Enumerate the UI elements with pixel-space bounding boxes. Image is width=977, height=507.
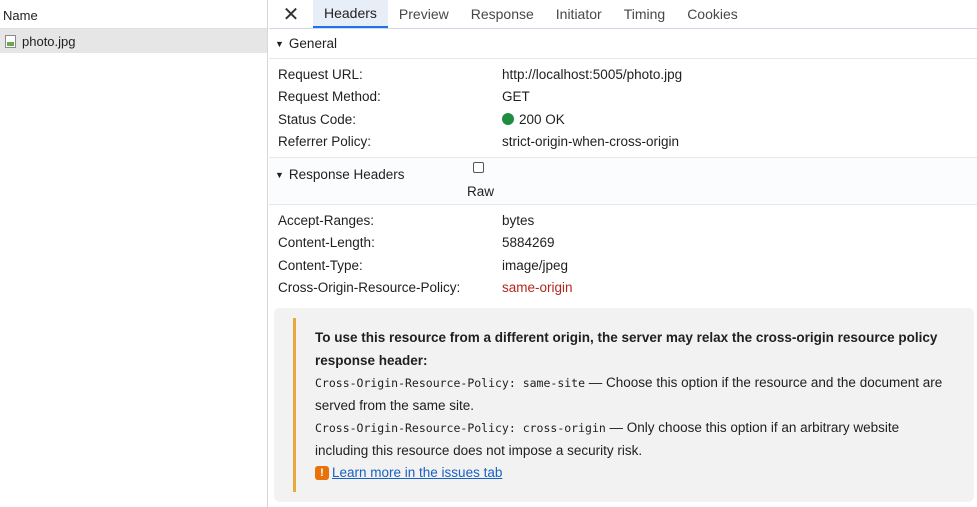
image-file-icon: [5, 34, 16, 48]
code-snippet: Cross-Origin-Resource-Policy: same-site: [315, 376, 586, 390]
header-row: Content-Type: image/jpeg: [278, 254, 977, 277]
general-rows: Request URL: http://localhost:5005/photo…: [269, 59, 977, 158]
issue-option-cross-origin: Cross-Origin-Resource-Policy: cross-orig…: [315, 417, 955, 462]
expand-triangle-icon: ▼: [275, 169, 284, 180]
learn-more-link[interactable]: Learn more in the issues tab: [332, 462, 502, 485]
tab-response[interactable]: Response: [460, 0, 545, 28]
tab-cookies[interactable]: Cookies: [676, 0, 749, 28]
request-details-panel: ✕ Headers Preview Response Initiator Tim…: [269, 0, 977, 507]
header-row: Content-Length: 5884269: [278, 232, 977, 255]
header-row: Request Method: GET: [278, 86, 977, 109]
status-ok-icon: [502, 113, 514, 126]
header-key: Referrer Policy:: [278, 134, 372, 150]
header-row: Accept-Ranges: bytes: [278, 209, 977, 232]
issue-warning-icon: !: [315, 466, 329, 481]
status-text: 200 OK: [519, 111, 565, 127]
issue-accent-bar: [293, 318, 296, 492]
header-value: image/jpeg: [502, 257, 569, 273]
request-row[interactable]: photo.jpg: [0, 29, 267, 53]
header-key: Request URL:: [278, 66, 363, 82]
expand-triangle-icon: ▼: [275, 38, 284, 49]
issue-text: To use this resource from a different or…: [315, 327, 955, 485]
tab-timing[interactable]: Timing: [613, 0, 677, 28]
response-headers-toggle[interactable]: ▼ Response Headers: [275, 167, 405, 182]
header-key: Accept-Ranges:: [278, 212, 375, 228]
header-row: Cross-Origin-Resource-Policy: same-origi…: [278, 277, 977, 300]
corp-issue-box: To use this resource from a different or…: [274, 308, 974, 502]
corp-header-value: same-origin: [502, 280, 573, 296]
header-row: Request URL: http://localhost:5005/photo…: [278, 63, 977, 86]
header-value: bytes: [502, 212, 535, 228]
details-tab-bar: ✕ Headers Preview Response Initiator Tim…: [269, 0, 977, 29]
request-list-panel: Name photo.jpg: [0, 0, 268, 507]
raw-checkbox[interactable]: [473, 162, 484, 173]
raw-label[interactable]: Raw: [467, 184, 494, 199]
header-key: Content-Type:: [278, 257, 363, 273]
learn-more-row: ! Learn more in the issues tab: [315, 462, 955, 485]
tab-preview[interactable]: Preview: [388, 0, 460, 28]
header-row: Referrer Policy: strict-origin-when-cros…: [278, 131, 977, 154]
general-section-header[interactable]: ▼ General: [269, 29, 977, 59]
issue-option-same-site: Cross-Origin-Resource-Policy: same-site …: [315, 372, 955, 417]
name-column-header[interactable]: Name: [0, 0, 267, 29]
header-key: Request Method:: [278, 89, 381, 105]
header-value: strict-origin-when-cross-origin: [502, 134, 680, 150]
code-snippet: Cross-Origin-Resource-Policy: cross-orig…: [315, 421, 606, 435]
response-header-rows: Accept-Ranges: bytes Content-Length: 588…: [269, 205, 977, 303]
response-headers-section-header: ▼ Response Headers Raw: [269, 158, 977, 205]
close-icon[interactable]: ✕: [269, 0, 313, 28]
header-key: Content-Length:: [278, 235, 375, 251]
request-name: photo.jpg: [22, 33, 76, 49]
response-headers-title: Response Headers: [288, 167, 405, 182]
header-key: Cross-Origin-Resource-Policy:: [278, 280, 461, 296]
header-key: Status Code:: [278, 111, 357, 127]
issue-title: To use this resource from a different or…: [315, 330, 938, 368]
status-value: 200 OK: [502, 112, 565, 127]
tab-headers[interactable]: Headers: [313, 0, 388, 28]
header-value: GET: [502, 89, 530, 105]
header-value: http://localhost:5005/photo.jpg: [502, 66, 683, 82]
header-row: Status Code: 200 OK: [278, 108, 977, 131]
tab-initiator[interactable]: Initiator: [545, 0, 613, 28]
header-value: 5884269: [502, 235, 555, 251]
general-title: General: [288, 36, 337, 51]
